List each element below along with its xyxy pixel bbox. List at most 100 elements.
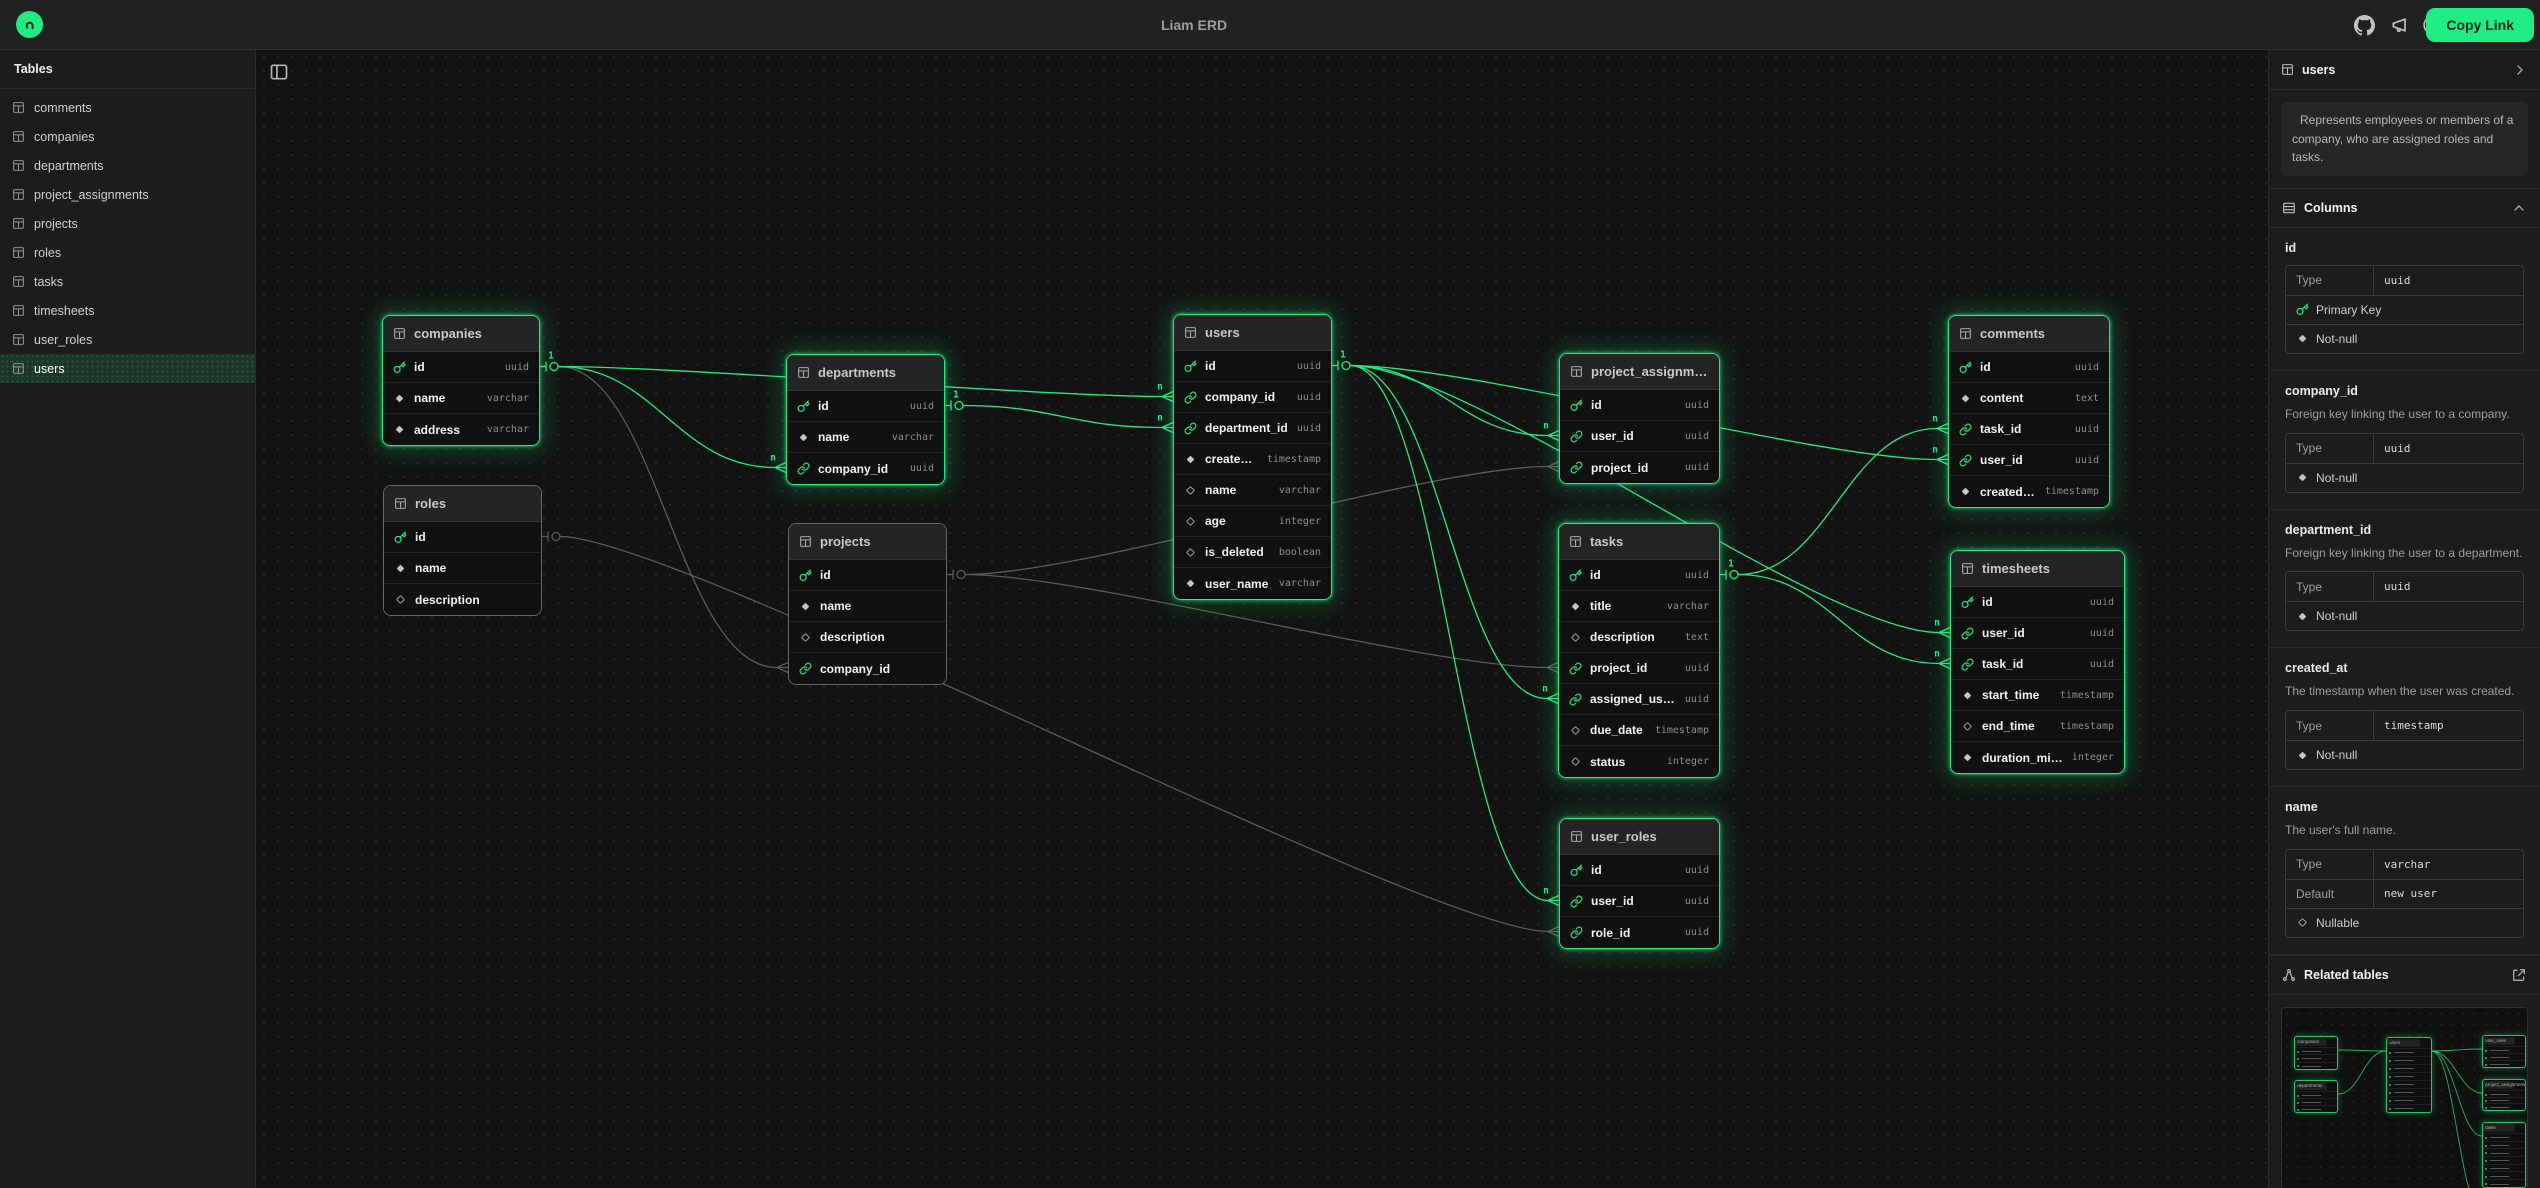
- column-type: text: [2075, 393, 2099, 404]
- sidebar-item-projects[interactable]: projects: [0, 209, 255, 238]
- liam-logo-icon[interactable]: [16, 11, 43, 38]
- column-type: uuid: [910, 463, 934, 474]
- erd-column-users-user_name[interactable]: user_namevarchar: [1174, 568, 1331, 599]
- erd-table-comments[interactable]: commentsiduuidcontenttexttask_iduuiduser…: [1948, 315, 2110, 508]
- erd-column-users-is_deleted[interactable]: is_deletedboolean: [1174, 537, 1331, 568]
- erd-table-header[interactable]: timesheets: [1951, 551, 2124, 587]
- erd-column-users-age[interactable]: ageinteger: [1174, 506, 1331, 537]
- erd-column-tasks-status[interactable]: statusinteger: [1559, 746, 1719, 777]
- erd-column-companies-id[interactable]: iduuid: [383, 352, 539, 383]
- erd-canvas[interactable]: 1nn1n1nnnnn1nn companiesiduuidnamevarcha…: [257, 50, 2268, 1188]
- erd-table-header[interactable]: comments: [1949, 316, 2109, 352]
- erd-column-project_assignments-user_id[interactable]: user_iduuid: [1560, 421, 1719, 452]
- erd-column-roles-id[interactable]: id: [384, 522, 541, 553]
- erd-column-timesheets-end_time[interactable]: end_timetimestamp: [1951, 711, 2124, 742]
- related-tables-header[interactable]: Related tables: [2269, 955, 2540, 995]
- erd-column-timesheets-user_id[interactable]: user_iduuid: [1951, 618, 2124, 649]
- erd-table-header[interactable]: user_roles: [1560, 819, 1719, 855]
- erd-column-departments-id[interactable]: iduuid: [787, 391, 944, 422]
- open-related-diagram-icon[interactable]: [2511, 967, 2527, 983]
- erd-column-timesheets-start_time[interactable]: start_timetimestamp: [1951, 680, 2124, 711]
- sidebar-item-companies[interactable]: companies: [0, 122, 255, 151]
- erd-column-user_roles-id[interactable]: iduuid: [1560, 855, 1719, 886]
- panel-column-name: nameThe user's full name.TypevarcharDefa…: [2269, 787, 2540, 955]
- erd-column-users-id[interactable]: iduuid: [1174, 351, 1331, 382]
- erd-column-user_roles-user_id[interactable]: user_iduuid: [1560, 886, 1719, 917]
- copy-link-button[interactable]: Copy Link: [2426, 8, 2534, 42]
- sidebar-item-project_assignments[interactable]: project_assignments: [0, 180, 255, 209]
- erd-table-header[interactable]: projects: [789, 524, 946, 560]
- erd-column-projects-name[interactable]: name: [789, 591, 946, 622]
- erd-column-comments-task_id[interactable]: task_iduuid: [1949, 414, 2109, 445]
- erd-table-header[interactable]: companies: [383, 316, 539, 352]
- erd-column-tasks-due_date[interactable]: due_datetimestamp: [1559, 715, 1719, 746]
- sidebar-item-roles[interactable]: roles: [0, 238, 255, 267]
- close-panel-chevron-icon[interactable]: [2512, 62, 2528, 78]
- column-type: uuid: [1297, 423, 1321, 434]
- erd-table-roles[interactable]: rolesidnamedescription: [383, 485, 542, 616]
- diamond-icon: [2296, 471, 2309, 484]
- erd-column-timesheets-id[interactable]: iduuid: [1951, 587, 2124, 618]
- sidebar-item-comments[interactable]: comments: [0, 93, 255, 122]
- erd-column-timesheets-task_id[interactable]: task_iduuid: [1951, 649, 2124, 680]
- erd-table-users[interactable]: usersiduuidcompany_iduuiddepartment_iduu…: [1173, 314, 1332, 600]
- sidebar-item-tasks[interactable]: tasks: [0, 267, 255, 296]
- erd-table-header[interactable]: users: [1174, 315, 1331, 351]
- erd-table-tasks[interactable]: tasksiduuidtitlevarchardescriptiontextpr…: [1558, 523, 1720, 778]
- erd-column-tasks-description[interactable]: descriptiontext: [1559, 622, 1719, 653]
- related-tables-minimap[interactable]: companiesdepartmentsusersuser_rolesproje…: [2281, 1007, 2528, 1188]
- erd-column-projects-id[interactable]: id: [789, 560, 946, 591]
- erd-table-departments[interactable]: departmentsiduuidnamevarcharcompany_iduu…: [786, 354, 945, 485]
- erd-column-tasks-project_id[interactable]: project_iduuid: [1559, 653, 1719, 684]
- erd-table-project_assignments[interactable]: project_assignmentsiduuiduser_iduuidproj…: [1559, 353, 1720, 484]
- erd-column-companies-address[interactable]: addressvarchar: [383, 414, 539, 445]
- erd-column-comments-id[interactable]: iduuid: [1949, 352, 2109, 383]
- erd-column-project_assignments-project_id[interactable]: project_iduuid: [1560, 452, 1719, 483]
- erd-column-tasks-title[interactable]: titlevarchar: [1559, 591, 1719, 622]
- minimap-table-name: tasks: [2483, 1124, 2515, 1132]
- sidebar-item-user_roles[interactable]: user_roles: [0, 325, 255, 354]
- erd-table-header[interactable]: project_assignments: [1560, 354, 1719, 390]
- sidebar-item-departments[interactable]: departments: [0, 151, 255, 180]
- erd-column-companies-name[interactable]: namevarchar: [383, 383, 539, 414]
- column-name: user_id: [1591, 429, 1677, 443]
- erd-column-roles-name[interactable]: name: [384, 553, 541, 584]
- sidebar-item-users[interactable]: users: [0, 354, 255, 383]
- erd-column-tasks-id[interactable]: iduuid: [1559, 560, 1719, 591]
- erd-column-project_assignments-id[interactable]: iduuid: [1560, 390, 1719, 421]
- column-type: integer: [1667, 756, 1709, 767]
- announcements-icon[interactable]: [2388, 13, 2412, 37]
- erd-column-users-name[interactable]: namevarchar: [1174, 475, 1331, 506]
- erd-column-comments-content[interactable]: contenttext: [1949, 383, 2109, 414]
- erd-table-header[interactable]: departments: [787, 355, 944, 391]
- chevron-up-icon[interactable]: [2511, 200, 2527, 216]
- erd-column-users-department_id[interactable]: department_iduuid: [1174, 413, 1331, 444]
- erd-column-roles-description[interactable]: description: [384, 584, 541, 615]
- erd-table-user_roles[interactable]: user_rolesiduuiduser_iduuidrole_iduuid: [1559, 818, 1720, 949]
- erd-column-projects-description[interactable]: description: [789, 622, 946, 653]
- github-icon[interactable]: [2352, 13, 2376, 37]
- columns-section-header[interactable]: Columns: [2269, 188, 2540, 228]
- erd-column-user_roles-role_id[interactable]: role_iduuid: [1560, 917, 1719, 948]
- svg-text:1: 1: [548, 351, 554, 362]
- table-icon: [12, 304, 25, 317]
- panel-header: users: [2269, 50, 2540, 90]
- erd-column-users-company_id[interactable]: company_iduuid: [1174, 382, 1331, 413]
- erd-column-departments-company_id[interactable]: company_iduuid: [787, 453, 944, 484]
- erd-table-companies[interactable]: companiesiduuidnamevarcharaddressvarchar: [382, 315, 540, 446]
- erd-column-departments-name[interactable]: namevarchar: [787, 422, 944, 453]
- erd-table-timesheets[interactable]: timesheetsiduuiduser_iduuidtask_iduuidst…: [1950, 550, 2125, 774]
- erd-column-comments-created_at[interactable]: created_attimestamp: [1949, 476, 2109, 507]
- erd-column-tasks-assigned_user_id[interactable]: assigned_user_iduuid: [1559, 684, 1719, 715]
- erd-column-projects-company_id[interactable]: company_id: [789, 653, 946, 684]
- erd-table-projects[interactable]: projectsidnamedescriptioncompany_id: [788, 523, 947, 685]
- sidebar-item-timesheets[interactable]: timesheets: [0, 296, 255, 325]
- erd-column-users-created_at[interactable]: created_attimestamp: [1174, 444, 1331, 475]
- key-icon: [1184, 360, 1197, 373]
- erd-table-header[interactable]: tasks: [1559, 524, 1719, 560]
- erd-column-timesheets-duration_minutes[interactable]: duration_minutesinteger: [1951, 742, 2124, 773]
- erd-column-comments-user_id[interactable]: user_iduuid: [1949, 445, 2109, 476]
- column-type: varchar: [892, 432, 934, 443]
- erd-table-header[interactable]: roles: [384, 486, 541, 522]
- panel-left-toggle-icon[interactable]: [269, 62, 289, 82]
